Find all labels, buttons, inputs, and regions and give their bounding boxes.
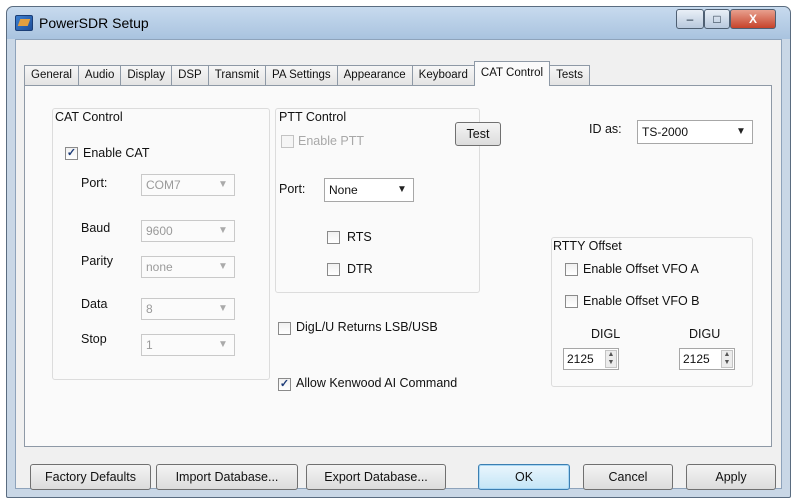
cat-port-label: Port: (81, 176, 108, 190)
chevron-down-icon: ▼ (218, 179, 228, 190)
id-as-label: ID as: (589, 122, 622, 136)
apply-button[interactable]: Apply (686, 464, 776, 490)
tab-pa-settings[interactable]: PA Settings (265, 65, 338, 86)
settings-tab-strip: General Audio Display DSP Transmit PA Se… (24, 61, 590, 86)
rts-label[interactable]: RTS (347, 230, 372, 244)
id-as-select[interactable]: TS-2000 ▼ (637, 120, 753, 144)
digl-returns-label[interactable]: DigL/U Returns LSB/USB (296, 320, 438, 334)
baud-select[interactable]: 9600 ▼ (141, 220, 235, 242)
digl-label: DIGL (591, 327, 621, 341)
stop-bits-label: Stop (81, 332, 107, 346)
dtr-checkbox[interactable] (327, 263, 340, 276)
enable-offset-vfo-b-checkbox[interactable] (565, 295, 578, 308)
import-database-button[interactable]: Import Database... (156, 464, 298, 490)
cat-port-value: COM7 (146, 178, 181, 192)
chevron-down-icon: ▼ (218, 303, 228, 314)
factory-defaults-button[interactable]: Factory Defaults (30, 464, 151, 490)
window-title: PowerSDR Setup (39, 15, 149, 31)
data-bits-select[interactable]: 8 ▼ (141, 298, 235, 320)
chevron-down-icon: ▼ (218, 225, 228, 236)
tab-appearance[interactable]: Appearance (336, 65, 413, 86)
enable-cat-label[interactable]: Enable CAT (83, 146, 149, 160)
parity-label: Parity (81, 254, 113, 268)
rtty-offset-group-label: RTTY Offset (553, 239, 622, 253)
powersdr-app-icon (15, 15, 33, 31)
tab-general[interactable]: General (24, 65, 79, 86)
cat-control-tab-panel: CAT Control ✓ Enable CAT Port: COM7 ▼ Ba… (24, 85, 772, 447)
tab-display[interactable]: Display (120, 65, 173, 86)
chevron-down-icon: ▼ (397, 184, 407, 195)
digu-label: DIGU (689, 327, 721, 341)
parity-select[interactable]: none ▼ (141, 256, 235, 278)
tab-cat-control[interactable]: CAT Control (473, 61, 551, 86)
cat-control-group-label: CAT Control (55, 110, 123, 124)
enable-offset-vfo-a-label[interactable]: Enable Offset VFO A (583, 262, 699, 276)
allow-kenwood-label[interactable]: Allow Kenwood AI Command (296, 376, 457, 390)
ptt-port-select[interactable]: None ▼ (324, 178, 414, 202)
enable-offset-vfo-b-label[interactable]: Enable Offset VFO B (583, 294, 700, 308)
tab-audio[interactable]: Audio (77, 65, 122, 86)
data-bits-label: Data (81, 297, 108, 311)
enable-offset-vfo-a-checkbox[interactable] (565, 263, 578, 276)
tab-transmit[interactable]: Transmit (207, 65, 267, 86)
digu-spinner[interactable]: 2125 ▲ ▼ (679, 348, 735, 370)
stop-bits-value: 1 (146, 338, 153, 352)
minimize-button[interactable]: – (676, 9, 704, 29)
cat-port-select[interactable]: COM7 ▼ (141, 174, 235, 196)
spinner-arrows-icon[interactable]: ▲ ▼ (605, 350, 617, 368)
dtr-label[interactable]: DTR (347, 262, 373, 276)
tab-keyboard[interactable]: Keyboard (411, 65, 475, 86)
chevron-down-icon: ▼ (218, 339, 228, 350)
data-bits-value: 8 (146, 302, 153, 316)
cancel-button[interactable]: Cancel (583, 464, 673, 490)
digu-value: 2125 (683, 352, 710, 366)
ptt-port-label: Port: (279, 182, 306, 196)
ptt-port-value: None (329, 183, 358, 197)
enable-ptt-label[interactable]: Enable PTT (298, 134, 364, 148)
ok-button[interactable]: OK (478, 464, 570, 490)
allow-kenwood-checkbox[interactable]: ✓ (278, 378, 291, 391)
title-bar[interactable]: PowerSDR Setup – □ X (7, 7, 790, 39)
test-button[interactable]: Test (455, 122, 501, 146)
chevron-down-icon: ▼ (736, 126, 746, 137)
spinner-arrows-icon[interactable]: ▲ ▼ (721, 350, 733, 368)
close-button[interactable]: X (730, 9, 776, 29)
digl-value: 2125 (567, 352, 594, 366)
baud-value: 9600 (146, 224, 173, 238)
rts-checkbox[interactable] (327, 231, 340, 244)
digl-spinner[interactable]: 2125 ▲ ▼ (563, 348, 619, 370)
chevron-down-icon: ▼ (218, 261, 228, 272)
tab-dsp[interactable]: DSP (171, 65, 209, 86)
parity-value: none (146, 260, 173, 274)
tab-tests[interactable]: Tests (549, 65, 590, 86)
ptt-control-group-label: PTT Control (279, 110, 347, 124)
baud-label: Baud (81, 221, 111, 235)
id-as-value: TS-2000 (642, 125, 689, 139)
maximize-button[interactable]: □ (704, 9, 730, 29)
export-database-button[interactable]: Export Database... (306, 464, 446, 490)
enable-ptt-checkbox[interactable] (281, 135, 294, 148)
enable-cat-checkbox[interactable]: ✓ (65, 147, 78, 160)
digl-returns-checkbox[interactable] (278, 322, 291, 335)
stop-bits-select[interactable]: 1 ▼ (141, 334, 235, 356)
